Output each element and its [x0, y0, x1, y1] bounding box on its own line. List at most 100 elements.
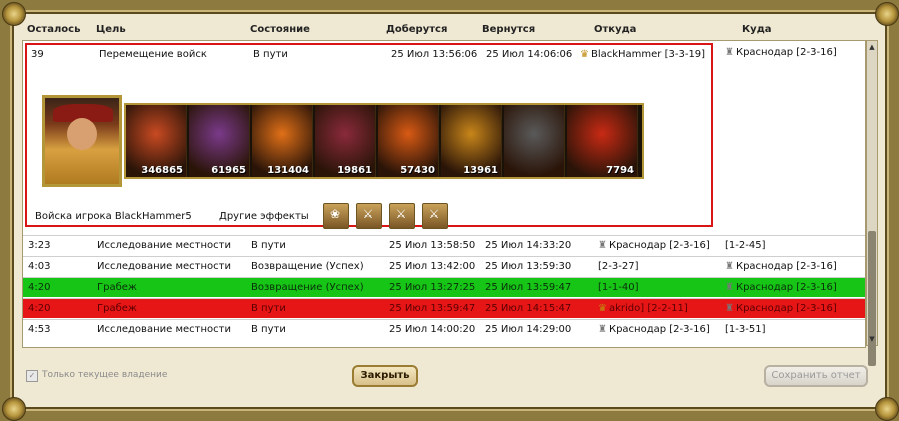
other-effects-label: Другие эффекты	[219, 211, 309, 222]
unit-slot[interactable]: 57430	[378, 105, 439, 177]
scroll-down-icon[interactable]: ▼	[868, 334, 876, 344]
row-return: 25 Июл 13:59:47	[485, 282, 572, 293]
only-current-checkbox[interactable]: ✓	[26, 370, 38, 382]
row-to[interactable]: ♜ Краснодар [2-3-16]	[725, 303, 837, 314]
unit-slot[interactable]: 19861	[315, 105, 376, 177]
unit-count: 61965	[211, 165, 246, 176]
row-from-text: akrido] [2-2-11]	[608, 303, 688, 314]
crown-icon: ♛	[580, 49, 589, 60]
detail-from[interactable]: ♛ BlackHammer [3-3-19]	[580, 49, 705, 60]
unit-slot[interactable]: 7794	[567, 105, 638, 177]
effect-icon[interactable]: ⚔	[422, 203, 448, 229]
row-from-text: Краснодар [2-3-16]	[608, 324, 710, 335]
table-row[interactable]: 4:20 Грабеж В пути 25 Июл 13:59:47 25 Июл 14…	[23, 298, 865, 318]
header-remaining: Осталось	[27, 24, 81, 35]
unit-slot[interactable]	[504, 105, 565, 177]
unit-slot[interactable]: 131404	[252, 105, 313, 177]
unit-slot[interactable]: 346865	[126, 105, 187, 177]
hero-portrait[interactable]	[42, 95, 122, 187]
header-arrive: Доберутся	[386, 24, 448, 35]
save-report-button[interactable]: Сохранить отчет	[764, 365, 868, 387]
row-arrive: 25 Июл 14:00:20	[389, 324, 476, 335]
detail-target: Перемещение войск	[99, 49, 207, 60]
table-row[interactable]: 4:20 Грабеж Возвращение (Успех) 25 Июл 13:2…	[23, 277, 865, 297]
row-to[interactable]: [1-3-51]	[725, 324, 765, 335]
row-state: В пути	[251, 324, 286, 335]
frame-corner-ornament	[2, 397, 26, 421]
scroll-thumb[interactable]	[868, 231, 876, 366]
close-button[interactable]: Закрыть	[352, 365, 418, 387]
row-state: Возвращение (Успех)	[251, 261, 364, 272]
table-row[interactable]: 3:23 Исследование местности В пути 25 Июл 1…	[23, 235, 865, 255]
frame-corner-ornament	[875, 397, 899, 421]
header-to: Куда	[742, 24, 772, 35]
detail-to-text: Краснодар [2-3-16]	[735, 47, 837, 58]
unit-slot[interactable]: 13961	[441, 105, 502, 177]
table-row[interactable]: 4:03 Исследование местности Возвращение (У…	[23, 256, 865, 276]
row-remaining: 3:23	[28, 240, 51, 251]
row-arrive: 25 Июл 13:59:47	[389, 303, 476, 314]
frame-corner-ornament	[875, 2, 899, 26]
detail-from-text: BlackHammer [3-3-19]	[590, 49, 706, 60]
row-to[interactable]: ♜ Краснодар [2-3-16]	[725, 282, 837, 293]
row-arrive: 25 Июл 13:58:50	[389, 240, 476, 251]
row-from[interactable]: ♜ Краснодар [2-3-16]	[598, 324, 710, 335]
row-return: 25 Июл 13:59:30	[485, 261, 572, 272]
castle-icon: ♜	[598, 240, 607, 251]
row-to-text: [1-2-45]	[725, 240, 766, 251]
row-state: Возвращение (Успех)	[251, 282, 364, 293]
row-from[interactable]: [1-1-40]	[598, 282, 638, 293]
row-arrive: 25 Июл 13:27:25	[389, 282, 476, 293]
row-return: 25 Июл 14:29:00	[485, 324, 572, 335]
row-to[interactable]: ♜ Краснодар [2-3-16]	[725, 261, 837, 272]
header-from: Откуда	[594, 24, 637, 35]
row-return: 25 Июл 14:33:20	[485, 240, 572, 251]
unit-slot[interactable]: 61965	[189, 105, 250, 177]
movements-list[interactable]: 39 Перемещение войск В пути 25 Июл 13:56…	[22, 40, 866, 348]
row-remaining: 4:20	[28, 303, 51, 314]
list-scrollbar[interactable]: ▲ ▼	[866, 40, 878, 366]
effect-icon[interactable]: ⚔	[389, 203, 415, 229]
row-state: В пути	[251, 303, 286, 314]
castle-icon: ♜	[725, 261, 734, 272]
expanded-movement[interactable]: 39 Перемещение войск В пути 25 Июл 13:56…	[25, 43, 713, 229]
row-from[interactable]: [2-3-27]	[598, 261, 638, 272]
crown-icon: ♛	[598, 303, 607, 314]
row-target: Грабеж	[97, 282, 137, 293]
detail-return: 25 Июл 14:06:06	[486, 49, 573, 60]
unit-count: 19861	[337, 165, 372, 176]
scroll-up-icon[interactable]: ▲	[868, 42, 876, 52]
castle-icon: ♜	[725, 47, 734, 58]
row-target: Исследование местности	[97, 240, 231, 251]
unit-count: 57430	[400, 165, 435, 176]
effect-icon[interactable]: ⚔	[356, 203, 382, 229]
unit-count: 7794	[606, 165, 634, 176]
castle-icon: ♜	[598, 324, 607, 335]
row-to-text: Краснодар [2-3-16]	[735, 261, 837, 272]
only-current-label: Только текущее владение	[42, 370, 168, 380]
row-from-text: [1-1-40]	[598, 282, 639, 293]
unit-count: 131404	[267, 165, 309, 176]
row-to-text: [1-3-51]	[725, 324, 766, 335]
army-units-strip: 346865 61965 131404 19861 57430 13961 77…	[124, 103, 644, 179]
row-from[interactable]: ♜ Краснодар [2-3-16]	[598, 240, 710, 251]
row-remaining: 4:20	[28, 282, 51, 293]
row-target: Грабеж	[97, 303, 137, 314]
row-from[interactable]: ♛ akrido] [2-2-11]	[598, 303, 688, 314]
row-state: В пути	[251, 240, 286, 251]
detail-to[interactable]: ♜ Краснодар [2-3-16]	[725, 47, 837, 58]
row-to[interactable]: [1-2-45]	[725, 240, 765, 251]
row-to-text: Краснодар [2-3-16]	[735, 303, 837, 314]
row-remaining: 4:53	[28, 324, 51, 335]
effect-icon[interactable]: ❀	[323, 203, 349, 229]
castle-icon: ♜	[725, 303, 734, 314]
castle-icon: ♜	[725, 282, 734, 293]
row-arrive: 25 Июл 13:42:00	[389, 261, 476, 272]
row-to-text: Краснодар [2-3-16]	[735, 282, 837, 293]
row-remaining: 4:03	[28, 261, 51, 272]
player-troops-label: Войска игрока BlackHammer5	[35, 211, 192, 222]
row-from-text: Краснодар [2-3-16]	[608, 240, 710, 251]
row-target: Исследование местности	[97, 261, 231, 272]
table-row[interactable]: 4:53 Исследование местности В пути 25 Июл 1…	[23, 319, 865, 339]
detail-remaining: 39	[31, 49, 44, 60]
